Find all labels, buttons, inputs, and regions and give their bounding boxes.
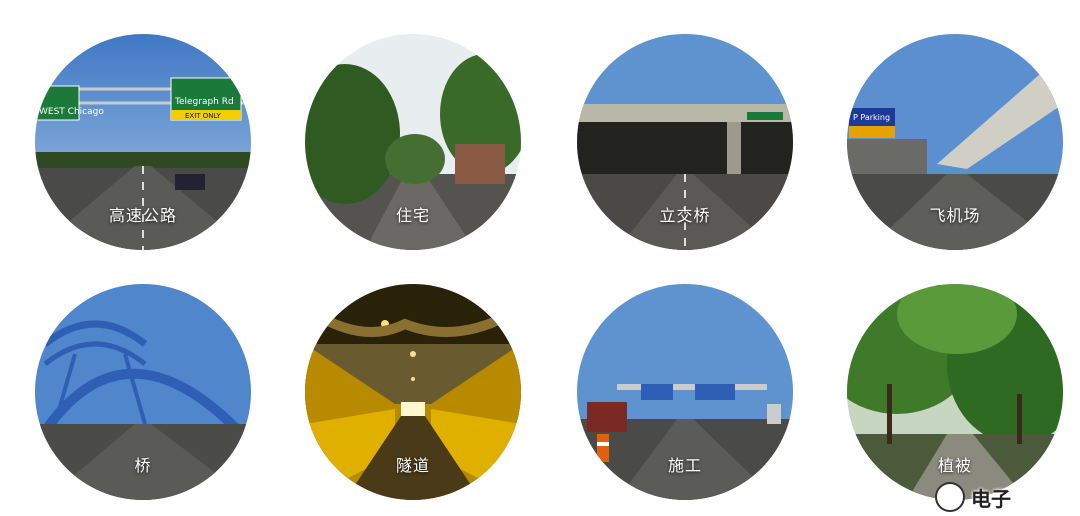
scene-airport[interactable]: P Parking 飞机场 — [847, 34, 1063, 250]
watermark-logo-icon — [935, 482, 965, 512]
scene-label-airport: 飞机场 — [929, 206, 981, 225]
scene-label-highway: 高速公路 — [108, 206, 177, 225]
scene-label-residential: 住宅 — [395, 206, 430, 225]
scene-overpass[interactable]: 立交桥 — [577, 34, 793, 250]
scene-tunnel[interactable]: 隧道 — [305, 284, 521, 500]
highway-sign-right: Telegraph Rd — [174, 97, 234, 107]
scene-label-tunnel: 隧道 — [395, 456, 430, 475]
scene-grid: WEST Chicago Telegraph Rd EXIT ONLY 高速公路… — [0, 0, 1080, 516]
watermark-text: 电子 — [971, 486, 1011, 511]
watermark: 电子 — [935, 478, 1080, 516]
scene-label-vegetation: 植被 — [937, 456, 972, 475]
scene-bridge[interactable]: 桥 — [35, 284, 251, 500]
scene-highway[interactable]: WEST Chicago Telegraph Rd EXIT ONLY 高速公路 — [35, 34, 251, 250]
highway-sign-left: WEST Chicago — [39, 107, 104, 117]
scene-construction[interactable]: 施工 — [577, 284, 793, 500]
scene-vegetation[interactable]: 植被 — [847, 284, 1063, 500]
highway-exit-text: EXIT ONLY — [185, 112, 222, 120]
airport-sign: P Parking — [853, 113, 890, 122]
scene-residential[interactable]: 住宅 — [305, 34, 521, 250]
scene-label-bridge: 桥 — [134, 456, 152, 475]
scene-label-construction: 施工 — [667, 456, 702, 475]
scene-label-overpass: 立交桥 — [659, 206, 711, 225]
